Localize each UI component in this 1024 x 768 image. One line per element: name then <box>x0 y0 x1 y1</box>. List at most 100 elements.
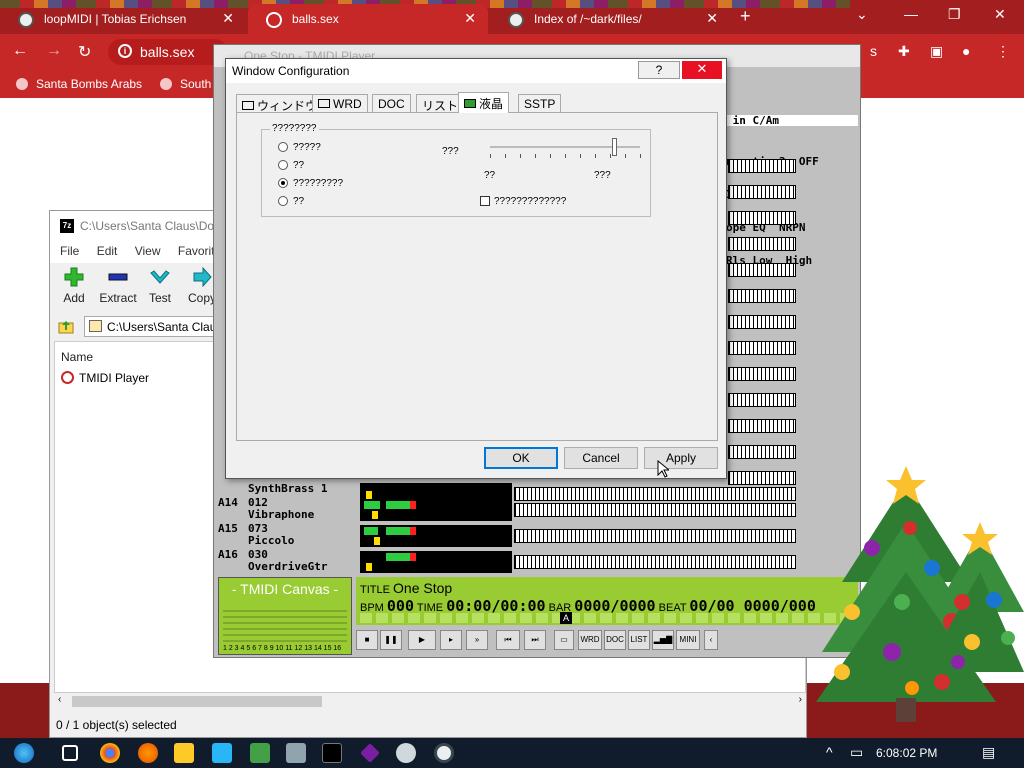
tab-title: loopMIDI | Tobias Erichsen <box>44 12 187 26</box>
close-icon[interactable]: ✕ <box>464 10 476 27</box>
tab-wrd[interactable]: WRD <box>312 94 368 112</box>
close-button[interactable]: ✕ <box>682 61 722 79</box>
scroll-right-icon[interactable]: › <box>799 694 802 705</box>
app-icon[interactable] <box>250 743 270 763</box>
app-icon[interactable] <box>286 743 306 763</box>
menu-view[interactable]: View <box>135 244 161 258</box>
ok-button[interactable]: OK <box>484 447 558 469</box>
chevron-down-icon[interactable]: ⌄ <box>856 6 868 23</box>
kebab-menu-icon[interactable]: ⋮ <box>996 43 1010 60</box>
tab-loopmidi[interactable]: loopMIDI | Tobias Erichsen ✕ <box>0 4 246 34</box>
next-track-icon[interactable]: ⏭ <box>524 630 546 650</box>
tab-list[interactable]: リスト <box>416 94 465 113</box>
tab-window[interactable]: ウィンドウ <box>236 94 324 113</box>
slider-thumb[interactable] <box>612 138 617 156</box>
help-button[interactable]: ? <box>638 61 680 79</box>
puzzle-icon[interactable]: ✚ <box>898 43 910 60</box>
folder-up-icon[interactable] <box>58 318 74 334</box>
back-arrow-icon[interactable]: ← <box>12 42 28 60</box>
side-panel-icon[interactable]: ▣ <box>930 43 943 60</box>
channel-keyboard <box>728 445 796 459</box>
system-clock[interactable]: 6:08:02 PM <box>876 746 937 760</box>
chevron-up-icon[interactable]: ^ <box>826 744 833 760</box>
minimize-button[interactable]: — <box>904 6 918 22</box>
tab-balls-sex[interactable]: balls.sex ✕ <box>248 4 488 34</box>
scroll-left-icon[interactable]: ‹ <box>58 694 61 705</box>
profile-icon[interactable]: ● <box>962 43 970 59</box>
7zip-taskbar-icon[interactable] <box>322 743 342 763</box>
canvas-channel-ticks: 1 2 3 4 5 6 7 8 9 10 11 12 13 14 15 16 <box>223 645 342 652</box>
close-window-button[interactable]: ✕ <box>994 6 1006 23</box>
notification-icon[interactable]: ▤ <box>982 744 995 761</box>
scrollbar-thumb[interactable] <box>72 696 322 707</box>
add-button[interactable]: Add <box>50 267 98 305</box>
lcd-slider[interactable] <box>490 138 642 160</box>
channel-keyboard <box>728 185 796 199</box>
mini-button[interactable]: MINI <box>676 630 700 650</box>
pause-icon[interactable]: ❚❚ <box>380 630 402 650</box>
file-explorer-icon[interactable] <box>174 743 194 763</box>
app-icon[interactable] <box>212 743 232 763</box>
channel-instrument: Piccolo <box>248 534 295 547</box>
network-icon[interactable]: ▭ <box>850 744 863 761</box>
test-button[interactable]: Test <box>136 267 184 305</box>
step-forward-icon[interactable]: ▸ <box>440 630 462 650</box>
dialog-titlebar[interactable]: Window Configuration ? ✕ <box>226 59 726 83</box>
option-checkbox[interactable]: ????????????? <box>480 196 566 207</box>
reload-icon[interactable]: ↻ <box>78 42 91 62</box>
restore-button[interactable]: ❐ <box>948 6 961 23</box>
new-tab-button[interactable]: + <box>740 6 751 27</box>
menu-file[interactable]: File <box>60 244 79 258</box>
info-icon[interactable]: i <box>118 44 132 58</box>
doc-button[interactable]: DOC <box>604 630 626 650</box>
canvas-title: - TMIDI Canvas - <box>231 581 339 597</box>
close-icon[interactable]: ✕ <box>222 10 234 27</box>
extension-s-icon[interactable]: s <box>870 43 877 59</box>
play-icon[interactable]: ▶ <box>408 630 436 650</box>
radio-option-4[interactable]: ?? <box>278 196 304 207</box>
app-icon[interactable] <box>396 743 416 763</box>
bookmark-item[interactable]: South <box>160 77 211 91</box>
address-bar[interactable]: i balls.sex <box>108 39 228 65</box>
wrd-button[interactable]: WRD <box>578 630 602 650</box>
horizontal-scrollbar[interactable]: ‹ › <box>54 693 806 710</box>
tab-index-dark-files[interactable]: Index of /~dark/files/ ✕ <box>490 4 730 34</box>
channel-row[interactable]: A15 073 Piccolo <box>218 523 858 549</box>
firefox-icon[interactable] <box>138 743 158 763</box>
tab-doc[interactable]: DOC <box>372 94 411 112</box>
channel-keyboard <box>728 263 796 277</box>
previous-track-icon[interactable]: ⏮ <box>496 630 520 650</box>
channel-keyboard <box>728 341 796 355</box>
forward-arrow-icon[interactable]: → <box>46 42 62 60</box>
app-icon[interactable] <box>360 743 380 763</box>
tab-lcd[interactable]: 液晶 <box>458 92 510 113</box>
task-view-icon[interactable] <box>62 745 78 761</box>
extract-button[interactable]: Extract <box>94 267 142 305</box>
slider-label: ??? <box>442 146 459 157</box>
canvas-spectrum <box>223 606 347 642</box>
radio-option-3[interactable]: ????????? <box>278 178 343 189</box>
apply-button[interactable]: Apply <box>644 447 718 469</box>
cancel-button[interactable]: Cancel <box>564 447 638 469</box>
stop-icon[interactable]: ■ <box>356 630 378 650</box>
radio-option-1[interactable]: ????? <box>278 142 321 153</box>
start-button-icon[interactable] <box>14 743 34 763</box>
window-icon[interactable]: ▭ <box>554 630 574 650</box>
channel-id: A15 <box>218 522 238 535</box>
scroll-left-icon[interactable]: ‹ <box>704 630 718 650</box>
list-button[interactable]: LIST <box>628 630 650 650</box>
channel-row[interactable]: A16 030 OverdriveGtr <box>218 549 858 575</box>
channel-instrument: Vibraphone <box>248 508 315 521</box>
radio-option-2[interactable]: ?? <box>278 160 304 171</box>
channel-row[interactable]: A14 012 Vibraphone <box>218 497 858 523</box>
menu-edit[interactable]: Edit <box>97 244 118 258</box>
close-icon[interactable]: ✕ <box>706 10 718 27</box>
bookmark-item[interactable]: Santa Bombs Arabs <box>16 77 142 91</box>
tab-sstp[interactable]: SSTP <box>518 94 562 112</box>
fast-forward-icon[interactable]: » <box>466 630 488 650</box>
tmidi-taskbar-icon[interactable] <box>434 743 454 763</box>
spectrum-icon[interactable]: ▂▅▇ <box>652 630 674 650</box>
checkbox-box <box>480 196 490 206</box>
tmidi-canvas[interactable]: - TMIDI Canvas - 1 2 3 4 5 6 7 8 9 10 11… <box>218 577 352 655</box>
chrome-icon[interactable] <box>100 743 120 763</box>
